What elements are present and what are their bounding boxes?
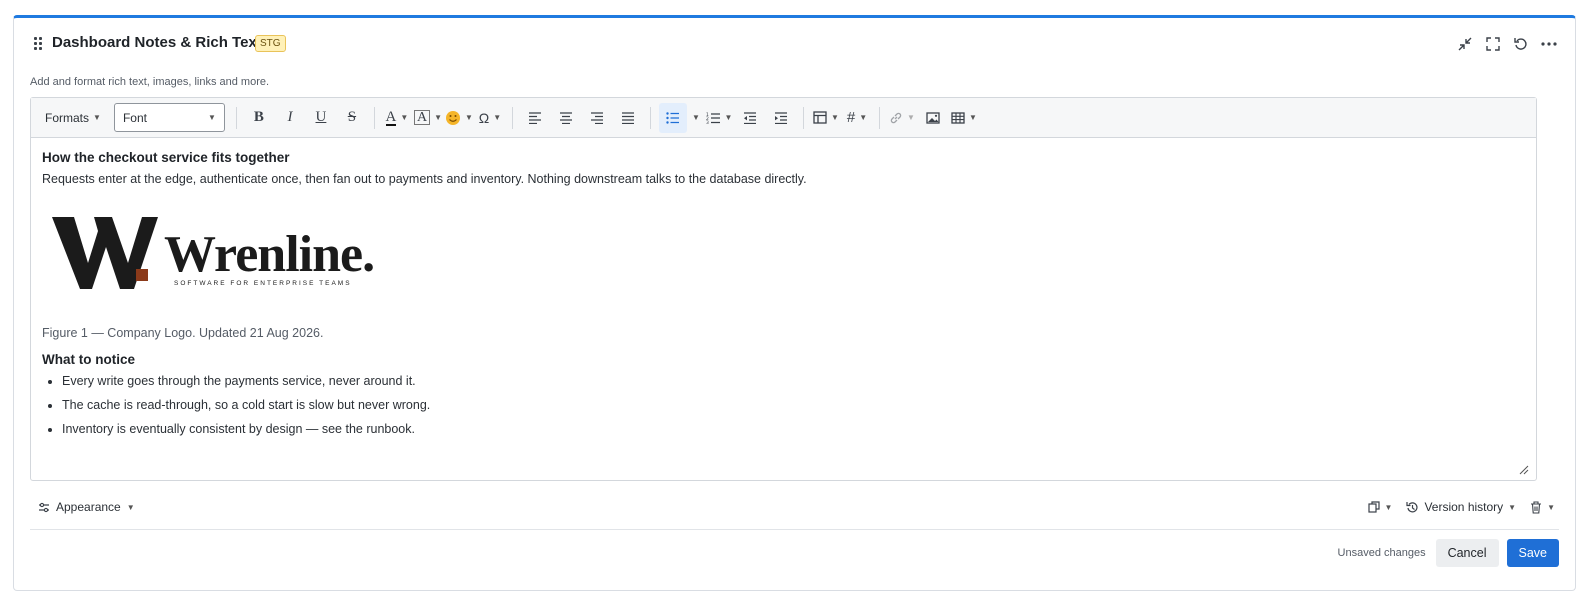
- chevron-down-icon: ▼: [1384, 502, 1393, 512]
- version-history-button[interactable]: Version history ▼: [1406, 500, 1516, 514]
- content-heading: How the checkout service fits together: [42, 150, 290, 165]
- unsaved-status: Unsaved changes: [1337, 547, 1426, 559]
- cancel-button[interactable]: Cancel: [1435, 539, 1499, 567]
- align-center-button[interactable]: [552, 103, 580, 133]
- delete-button[interactable]: ▼: [1530, 500, 1555, 514]
- anchor-button[interactable]: # ▼: [843, 103, 871, 133]
- omega-icon: Ω: [478, 109, 490, 126]
- logo-wordmark: Wrenline.: [164, 226, 374, 283]
- indent-button[interactable]: [767, 103, 795, 133]
- resize-handle-icon[interactable]: [1519, 465, 1529, 475]
- save-actions: Unsaved changes Cancel Save: [1338, 539, 1559, 567]
- special-character-button[interactable]: Ω ▼: [476, 103, 504, 133]
- table-button[interactable]: ▼: [950, 103, 978, 133]
- align-center-icon: [559, 111, 572, 124]
- font-select-label: Font: [122, 110, 147, 125]
- panel-subtitle: Add and format rich text, images, links …: [30, 76, 270, 88]
- align-right-button[interactable]: [583, 103, 611, 133]
- list-item: The cache is read-through, so a cold sta…: [62, 397, 1526, 413]
- list-item: Inventory is eventually consistent by de…: [62, 421, 1526, 437]
- chevron-down-icon: ▼: [126, 502, 135, 512]
- outdent-button[interactable]: [736, 103, 764, 133]
- strikethrough-button[interactable]: S: [338, 103, 366, 133]
- toolbar-separator: [802, 106, 804, 129]
- align-left-icon: [528, 111, 541, 124]
- bullet-list: Every write goes through the payments se…: [42, 373, 1526, 437]
- editor-toolbar: Formats ▼ Font ▼ B I U S A ▼ A ▼ ▼ Ω ▼ ▼…: [31, 98, 1536, 138]
- indent-icon: [774, 111, 787, 124]
- drag-handle-icon[interactable]: [34, 37, 44, 51]
- bullet-list-button[interactable]: [658, 102, 687, 133]
- bullet-list-icon: [666, 111, 679, 124]
- template-icon: [813, 111, 827, 124]
- chevron-down-icon: ▼: [1547, 502, 1555, 512]
- panel-header: Dashboard Notes & Rich Text STG: [14, 18, 1575, 70]
- image-icon: [926, 111, 940, 124]
- outdent-icon: [743, 111, 756, 124]
- template-button[interactable]: ▼: [812, 103, 840, 133]
- numbered-list-button[interactable]: 1 2 3 ▼: [705, 103, 733, 133]
- trash-icon: [1531, 500, 1542, 514]
- collapse-icon[interactable]: [1457, 36, 1473, 52]
- bold-button[interactable]: B: [245, 103, 273, 133]
- toolbar-separator: [373, 106, 375, 129]
- env-badge: STG: [255, 35, 286, 52]
- text-color-icon: A: [385, 108, 397, 126]
- formats-label: Formats: [45, 110, 90, 125]
- bullet-list-dropdown[interactable]: ▼: [690, 103, 702, 133]
- numbered-list-icon: 123: [706, 112, 720, 124]
- align-right-icon: [590, 111, 603, 124]
- svg-text:3: 3: [706, 120, 709, 124]
- version-history-label: Version history: [1424, 500, 1504, 514]
- underline-button[interactable]: U: [307, 103, 335, 133]
- figure-caption: Figure 1 — Company Logo. Updated 21 Aug …: [42, 326, 324, 340]
- company-logo-image[interactable]: Wrenline. SOFTWARE FOR ENTERPRISE TEAMS: [50, 211, 400, 295]
- duplicate-button[interactable]: ▼: [1367, 501, 1393, 513]
- rich-text-editor[interactable]: Formats ▼ Font ▼ B I U S A ▼ A ▼ ▼ Ω ▼ ▼…: [30, 97, 1537, 481]
- table-icon: [951, 111, 965, 124]
- background-color-button[interactable]: A ▼: [413, 103, 442, 133]
- background-color-icon: A: [413, 110, 431, 125]
- more-icon[interactable]: [1541, 36, 1557, 52]
- list-item: Every write goes through the payments se…: [62, 373, 1526, 389]
- emoji-icon: [446, 110, 461, 125]
- toolbar-separator: [878, 106, 880, 129]
- panel-title: Dashboard Notes & Rich Text: [52, 34, 262, 51]
- editor-content[interactable]: How the checkout service fits together R…: [42, 150, 1526, 445]
- emoji-button[interactable]: ▼: [445, 103, 473, 133]
- font-select[interactable]: Font ▼: [113, 103, 225, 132]
- fullscreen-icon[interactable]: [1485, 36, 1501, 52]
- content-subheading: What to notice: [42, 352, 135, 367]
- logo-tagline: SOFTWARE FOR ENTERPRISE TEAMS: [174, 280, 352, 287]
- history-icon: [1406, 501, 1418, 512]
- footer-divider: [30, 529, 1559, 530]
- copy-icon: [1367, 501, 1380, 513]
- toolbar-separator: [235, 106, 237, 129]
- link-button[interactable]: ▼: [888, 103, 916, 133]
- footer-right-actions: ▼ Version history ▼ ▼: [1367, 500, 1559, 514]
- appearance-label: Appearance: [56, 500, 121, 514]
- formats-dropdown[interactable]: Formats ▼: [39, 103, 107, 133]
- toolbar-separator: [511, 106, 513, 129]
- sliders-icon: [39, 502, 49, 512]
- appearance-button[interactable]: Appearance ▼: [30, 500, 135, 514]
- italic-button[interactable]: I: [276, 103, 304, 133]
- toolbar-separator: [649, 106, 651, 129]
- image-button[interactable]: [919, 103, 947, 133]
- align-left-button[interactable]: [521, 103, 549, 133]
- widget-panel: Dashboard Notes & Rich Text STG Add and …: [13, 15, 1576, 591]
- header-actions: [1457, 36, 1557, 52]
- footer-toolbar: Appearance ▼ ▼ Version history ▼ ▼: [30, 493, 1559, 521]
- save-button[interactable]: Save: [1506, 539, 1559, 567]
- align-justify-icon: [621, 111, 634, 124]
- text-color-button[interactable]: A ▼: [383, 103, 411, 133]
- chevron-down-icon: ▼: [1508, 502, 1517, 512]
- link-icon: [890, 112, 902, 123]
- content-paragraph: Requests enter at the edge, authenticate…: [42, 172, 807, 186]
- align-justify-button[interactable]: [614, 103, 642, 133]
- reset-icon[interactable]: [1513, 36, 1529, 52]
- hash-icon: #: [846, 109, 856, 126]
